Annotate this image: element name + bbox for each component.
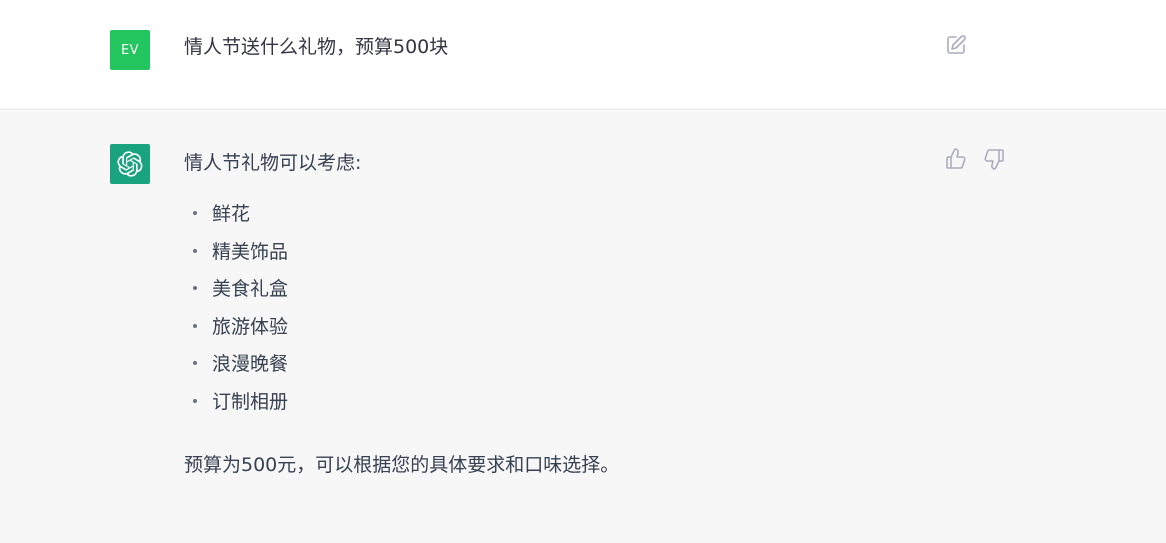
list-item: 旅游体验 (184, 313, 904, 351)
bullet-icon (193, 398, 197, 403)
bullet-icon (193, 361, 197, 365)
assistant-summary-text: 预算为500元，可以根据您的具体要求和口味选择。 (184, 454, 620, 476)
bullet-icon (193, 286, 197, 290)
bullet-icon (193, 323, 197, 328)
list-item: 浪漫晚餐 (184, 350, 904, 388)
bullet-icon (193, 211, 197, 215)
list-item-label: 精美饰品 (212, 240, 289, 263)
list-item-label: 鲜花 (212, 203, 251, 225)
gift-suggestion-list: 鲜花 精美饰品 美食礼盒 旅游体验 浪漫晚餐 订制相册 (184, 200, 904, 425)
user-message-text: 情人节送什么礼物，预算500块 (184, 36, 449, 58)
list-item-label: 美食礼盒 (212, 278, 289, 300)
list-item-label: 浪漫晚餐 (212, 353, 289, 375)
user-message-row: EV 情人节送什么礼物，预算500块 (0, 0, 1166, 110)
list-item: 订制相册 (184, 388, 904, 426)
assistant-intro-text: 情人节礼物可以考虑: (184, 152, 362, 174)
list-item: 鲜花 (184, 200, 904, 238)
list-item-label: 旅游体验 (212, 315, 289, 338)
user-avatar: EV (110, 30, 150, 70)
openai-logo-icon (110, 144, 150, 184)
list-item: 精美饰品 (184, 238, 904, 276)
assistant-message-content: 情人节礼物可以考虑: 鲜花 精美饰品 美食礼盒 旅游体验 浪漫晚餐 订制相册 预… (184, 149, 904, 476)
bullet-icon (193, 248, 197, 253)
thumbs-down-icon[interactable] (982, 147, 1006, 171)
edit-icon[interactable] (944, 33, 968, 57)
assistant-message-row: 情人节礼物可以考虑: 鲜花 精美饰品 美食礼盒 旅游体验 浪漫晚餐 订制相册 预… (0, 111, 1166, 543)
list-item: 美食礼盒 (184, 275, 904, 313)
list-item-label: 订制相册 (212, 390, 289, 413)
thumbs-up-icon[interactable] (944, 147, 968, 171)
